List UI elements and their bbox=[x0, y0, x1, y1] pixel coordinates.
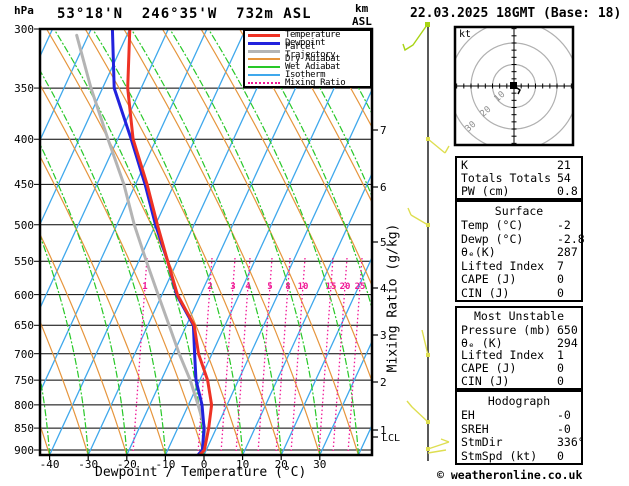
table-row-label: CIN (J) bbox=[461, 374, 510, 389]
indices-table: K 21 Totals Totals 54 PW (cm) 0.8 bbox=[455, 156, 583, 200]
table-row-label: Lifted Index bbox=[461, 348, 545, 363]
wind-barb-icon bbox=[427, 138, 450, 154]
table-row: θₑ(K) 287 bbox=[457, 246, 581, 258]
table-row-value: -2.8 bbox=[557, 231, 585, 246]
legend-swatch-icon bbox=[248, 58, 280, 60]
mixing-ratio-line bbox=[290, 257, 306, 454]
table-row-value: 0 bbox=[557, 272, 564, 286]
legend-item: Mixing Ratio bbox=[248, 78, 370, 88]
table-row-label: Pressure (mb) bbox=[461, 322, 552, 337]
table-row-value: 21 bbox=[557, 158, 571, 172]
table-title: Most Unstable bbox=[473, 308, 564, 323]
legend-label: Mixing Ratio bbox=[285, 78, 346, 88]
isotherm-line bbox=[40, 29, 131, 226]
isotherm-line bbox=[280, 256, 372, 455]
wind-barb-icon bbox=[406, 400, 429, 423]
table-row-value: 0 bbox=[557, 448, 564, 463]
table-row: CIN (J) 0 bbox=[457, 375, 581, 387]
skewt-sounding-app: hPa 53°18'N 246°35'W 732m ASL km ASL 22.… bbox=[0, 0, 629, 486]
table-row: StmSpd (kt) 0 bbox=[457, 450, 581, 462]
table-row-label: Lifted Index bbox=[461, 258, 545, 273]
table-row-label: StmDir bbox=[461, 435, 503, 449]
table-row: K 21 bbox=[457, 159, 581, 171]
wind-barb-icon bbox=[421, 329, 429, 356]
wind-barb-icon bbox=[427, 438, 450, 454]
table-row-value: 7 bbox=[557, 258, 564, 273]
table-row-value: 0 bbox=[557, 374, 564, 389]
table-row-value: 0 bbox=[557, 361, 564, 376]
table-row-value: 294 bbox=[557, 335, 578, 350]
table-row-value: 287 bbox=[557, 245, 578, 259]
table-row-label: θₑ (K) bbox=[461, 335, 503, 350]
table-row: StmDir 336° bbox=[457, 435, 585, 449]
mixing-ratio-line bbox=[318, 257, 334, 454]
table-row-label: Dewp (°C) bbox=[461, 231, 524, 246]
wind-barb-column bbox=[402, 22, 450, 461]
table-row: CIN (J) 0 bbox=[457, 287, 581, 299]
isotherm-line bbox=[242, 172, 372, 455]
wet-adiabat-line bbox=[40, 143, 128, 455]
legend-swatch-icon bbox=[248, 33, 280, 37]
table-row-label: PW (cm) bbox=[461, 184, 510, 198]
indices-table: Most Unstable Pressure (mb) 650 θₑ (K) 294 Li… bbox=[455, 306, 583, 390]
table-row-label: CAPE (J) bbox=[461, 361, 517, 376]
table-row-label: SREH bbox=[461, 421, 489, 436]
table-row: Temp (°C) -2 bbox=[457, 219, 581, 231]
isotherm-line bbox=[40, 29, 169, 310]
dry-adiabat-line bbox=[0, 29, 11, 455]
isotherm-line bbox=[203, 88, 372, 455]
mixing-ratio-line bbox=[132, 257, 148, 454]
table-row: Totals Totals 54 bbox=[457, 172, 581, 184]
table-row-value: -0 bbox=[557, 408, 571, 422]
table-row: SREH -0 bbox=[457, 423, 581, 435]
table-row-label: EH bbox=[461, 408, 475, 422]
table-row-value: -0 bbox=[557, 421, 571, 436]
legend-swatch-icon bbox=[248, 49, 280, 53]
legend-swatch-icon bbox=[248, 66, 280, 68]
table-row-label: K bbox=[461, 158, 468, 172]
table-row-label: θₑ(K) bbox=[461, 245, 496, 259]
table-row-value: 650 bbox=[557, 322, 578, 337]
table-row: Dewp (°C) -2.8 bbox=[457, 231, 585, 246]
table-row-value: 0 bbox=[557, 285, 564, 300]
table-row-label: CAPE (J) bbox=[461, 272, 517, 286]
table-row-label: StmSpd (kt) bbox=[461, 448, 538, 463]
mixing-ratio-line bbox=[257, 257, 273, 454]
table-row: CAPE (J) 0 bbox=[457, 362, 581, 374]
table-row: EH -0 bbox=[457, 409, 581, 421]
isotherm-line bbox=[40, 29, 92, 142]
legend-swatch-icon bbox=[248, 74, 280, 76]
table-row-value: 54 bbox=[557, 171, 571, 185]
table-title: Surface bbox=[494, 203, 544, 218]
table-row-label: CIN (J) bbox=[461, 285, 510, 300]
table-row: CAPE (J) 0 bbox=[457, 273, 581, 285]
legend-swatch-icon bbox=[248, 41, 280, 45]
table-title: Hodograph bbox=[487, 393, 551, 408]
table-row-label: Temp (°C) bbox=[461, 218, 524, 232]
indices-table: Surface Temp (°C) -2 Dewp (°C) -2.8 θₑ(K) 287 L… bbox=[455, 200, 585, 302]
table-row-value: 0.8 bbox=[557, 184, 578, 198]
wet-adiabat-line bbox=[0, 29, 11, 455]
table-row: Lifted Index 1 bbox=[457, 349, 581, 361]
table-row-label: Totals Totals bbox=[461, 171, 552, 185]
wind-barb-icon bbox=[407, 207, 429, 226]
chart-legend: Temperature Dewpoint Parcel Trajectory Dry … bbox=[243, 29, 372, 88]
hodograph-plot bbox=[453, 25, 575, 147]
table-row-value: -2 bbox=[557, 218, 571, 232]
table-row-value: 336° bbox=[557, 435, 585, 449]
table-row-value: 1 bbox=[557, 348, 564, 363]
isotherm-line bbox=[126, 29, 324, 455]
indices-table: Hodograph EH -0 SREH -0 StmDir 336° StmSpd (kt)… bbox=[455, 390, 585, 465]
isotherm-line bbox=[49, 29, 247, 455]
table-row: PW (cm) 0.8 bbox=[457, 185, 581, 197]
wet-adiabat-line bbox=[323, 29, 372, 115]
table-row: Lifted Index 7 bbox=[457, 260, 581, 272]
isotherm-line bbox=[0, 29, 14, 455]
dry-adiabat-line bbox=[40, 232, 128, 455]
wind-barb-icon bbox=[402, 24, 428, 52]
table-row: Pressure (mb) 650 bbox=[457, 324, 581, 336]
legend-swatch-icon bbox=[248, 82, 280, 84]
table-row: θₑ (K) 294 bbox=[457, 337, 581, 349]
isotherm-line bbox=[87, 29, 285, 455]
